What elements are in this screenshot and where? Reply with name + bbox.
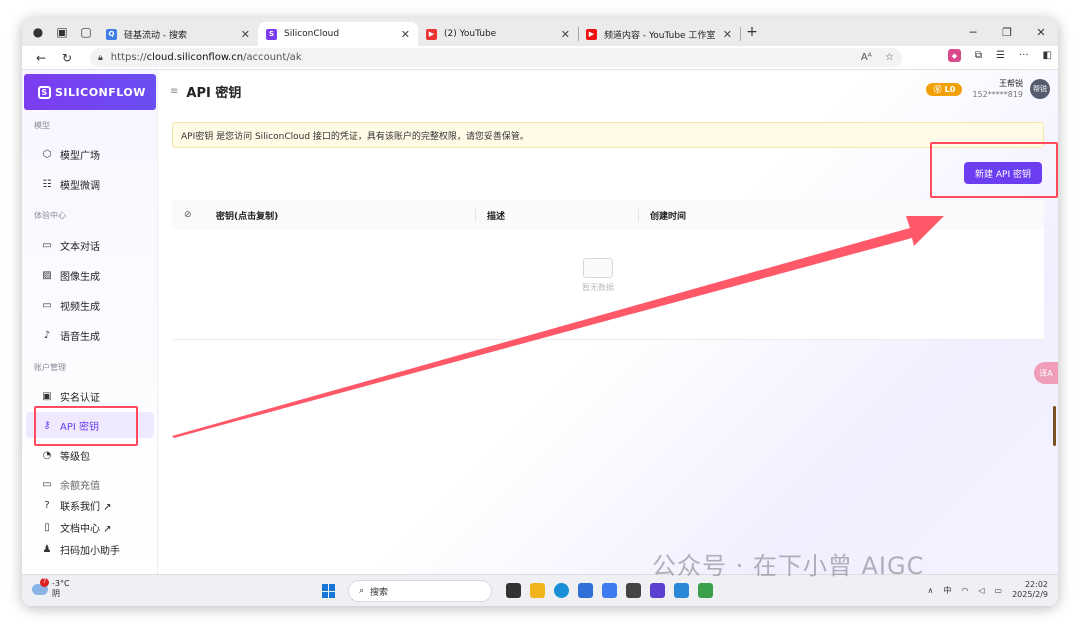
annotation-arrow [172, 216, 944, 438]
search-placeholder: 搜索 [370, 587, 389, 598]
tab-label: (2) YouTube [444, 29, 497, 39]
battery-icon[interactable]: ▭ [995, 586, 1003, 595]
wifi-icon[interactable]: ◠ [961, 586, 968, 595]
browser-window: ● ▣ ▢ Q 硅基流动 - 搜索 ✕ S SiliconCloud ✕ ▶ (… [22, 18, 1058, 606]
close-icon[interactable]: ✕ [401, 28, 410, 41]
page-content: S SILICONFLOW 模型 ⬡ 模型广场 ☷ 模型微调 体验中心 ▭ 文本… [22, 70, 1058, 574]
tab-search[interactable]: Q 硅基流动 - 搜索 ✕ [98, 22, 259, 46]
browser-toolbar: ◆ ⧉ ☰ ··· ◧ [947, 49, 1052, 62]
cloud-icon: 7 [32, 577, 49, 595]
url-prefix: https:// [110, 52, 147, 63]
minimize-icon[interactable]: ─ [956, 18, 990, 46]
app-icon[interactable] [626, 583, 641, 598]
chevron-up-icon[interactable]: ∧ [928, 586, 934, 595]
favorites-icon[interactable]: ☰ [996, 50, 1005, 61]
back-icon[interactable]: ← [28, 51, 54, 65]
task-view-icon[interactable] [506, 583, 521, 598]
tab-strip: ● ▣ ▢ Q 硅基流动 - 搜索 ✕ S SiliconCloud ✕ ▶ (… [22, 18, 1058, 46]
read-aloud-icon[interactable]: Aᴬ [861, 52, 872, 63]
profile-icon[interactable]: ● [26, 20, 50, 44]
taskbar-apps [506, 583, 713, 598]
watermark: 公众号 · 在下小曾 AIGC [652, 552, 925, 580]
tab-label: SiliconCloud [284, 29, 340, 39]
tab-label: 硅基流动 - 搜索 [124, 30, 187, 41]
youtube-icon: ▶ [426, 28, 437, 40]
weather-widget[interactable]: 7 -3°C 阴 [32, 577, 70, 599]
system-tray: ∧ 中 ◠ ◁ ▭ 22:02 2025/2/9 [928, 580, 1049, 600]
workspaces-icon[interactable]: ▣ [50, 20, 74, 44]
lock-icon: 🔒︎ [98, 52, 103, 63]
extensions-puzzle-icon[interactable]: ⧉ [975, 50, 982, 61]
tab-youtube-studio[interactable]: ▶ 频道内容 - YouTube 工作室 ✕ [578, 22, 741, 46]
time: 22:02 [1024, 580, 1048, 589]
restore-icon[interactable]: ❐ [990, 18, 1024, 46]
file-explorer-icon[interactable] [530, 583, 545, 598]
search-icon: Q [106, 28, 117, 40]
app-icon[interactable] [602, 583, 617, 598]
refresh-icon[interactable]: ↻ [54, 51, 80, 65]
url-field[interactable]: 🔒︎ https:// cloud.siliconflow.cn /accoun… [90, 48, 902, 67]
taskbar-search[interactable]: ⌕ 搜索 [348, 580, 492, 602]
close-window-icon[interactable]: ✕ [1024, 18, 1058, 46]
weather-badge: 7 [40, 577, 49, 587]
new-tab-button[interactable]: + [740, 20, 764, 44]
ime-indicator[interactable]: 中 [943, 585, 951, 596]
window-controls: ─ ❐ ✕ [956, 18, 1058, 46]
tab-siliconcloud[interactable]: S SiliconCloud ✕ [258, 22, 418, 46]
close-icon[interactable]: ✕ [241, 28, 250, 41]
youtube-studio-icon: ▶ [586, 28, 597, 40]
tab-label: 频道内容 - YouTube 工作室 [604, 30, 716, 41]
close-icon[interactable]: ✕ [723, 28, 732, 41]
clock[interactable]: 22:02 2025/2/9 [1012, 580, 1048, 600]
windows-start-icon[interactable] [322, 584, 336, 598]
weather-text: 阴 [52, 589, 60, 598]
app-icon[interactable] [674, 583, 689, 598]
sidebar-toggle-icon[interactable]: ◧ [1043, 50, 1052, 61]
date: 2025/2/9 [1012, 590, 1048, 599]
volume-icon[interactable]: ◁ [978, 586, 984, 595]
app-icon[interactable] [698, 583, 713, 598]
search-icon: ⌕ [359, 586, 365, 596]
tab-youtube[interactable]: ▶ (2) YouTube ✕ [418, 22, 579, 46]
more-icon[interactable]: ··· [1019, 50, 1029, 61]
siliconflow-icon: S [266, 28, 277, 40]
store-icon[interactable] [578, 583, 593, 598]
url-path: /account/ak [243, 52, 302, 63]
tab-actions-icon[interactable]: ▢ [74, 20, 98, 44]
close-icon[interactable]: ✕ [561, 28, 570, 41]
app-icon[interactable] [650, 583, 665, 598]
temperature: -3°C [52, 579, 70, 588]
annotation-arrow-shape [172, 216, 944, 438]
extension-icon[interactable]: ◆ [947, 49, 961, 62]
favorite-star-icon[interactable]: ☆ [885, 52, 894, 63]
edge-icon[interactable] [554, 583, 569, 598]
address-bar: ← ↻ 🔒︎ https:// cloud.siliconflow.cn /ac… [22, 46, 1058, 70]
url-domain: cloud.siliconflow.cn [146, 52, 244, 63]
